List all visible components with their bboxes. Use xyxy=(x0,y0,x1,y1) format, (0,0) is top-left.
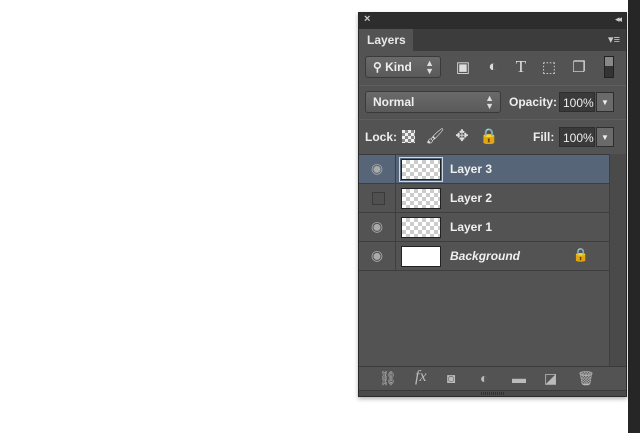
new-group-folder-icon[interactable]: ▬ xyxy=(512,370,526,386)
layer-thumbnail xyxy=(401,246,441,267)
lock-all-icon[interactable]: 🔒 xyxy=(479,127,499,145)
grip-dots xyxy=(481,392,505,395)
layer-thumbnail xyxy=(399,157,443,182)
visibility-eye-icon[interactable]: ◉ xyxy=(359,155,396,183)
shape-layer-filter-icon[interactable]: ⬚ xyxy=(539,58,559,76)
smart-object-filter-icon[interactable]: ❐ xyxy=(569,58,589,76)
add-mask-icon[interactable]: ◙ xyxy=(447,370,455,386)
search-icon: ⚲ xyxy=(373,60,382,74)
visibility-eye-icon[interactable]: ◉ xyxy=(359,242,396,270)
close-icon[interactable]: × xyxy=(364,13,370,25)
panel-menu-icon[interactable]: ▾≡ xyxy=(608,33,620,46)
visibility-toggle-hidden[interactable] xyxy=(359,184,396,212)
layer-thumbnail xyxy=(401,188,441,209)
tab-bar: Layers ▾≡ xyxy=(359,29,626,51)
opacity-label: Opacity: xyxy=(509,95,558,109)
layer-style-fx-icon[interactable]: fx xyxy=(415,368,427,386)
layer-name[interactable]: Background xyxy=(450,249,520,263)
layer-row-layer-2[interactable]: Layer 2 xyxy=(359,184,609,213)
filter-kind-select[interactable]: ⚲ Kind ▲ ▼ xyxy=(365,56,441,78)
lock-label: Lock: xyxy=(365,130,398,144)
layer-row-layer-1[interactable]: ◉ Layer 1 xyxy=(359,213,609,242)
fill-dropdown-button[interactable]: ▼ xyxy=(596,127,614,147)
lock-transparent-pixels-icon[interactable] xyxy=(402,130,415,143)
layer-name[interactable]: Layer 2 xyxy=(450,191,492,205)
layer-row-background[interactable]: ◉ Background 🔒 xyxy=(359,242,609,271)
collapse-icon[interactable]: ◂◂ xyxy=(615,14,622,25)
delete-layer-trash-icon[interactable]: 🗑 xyxy=(577,370,595,387)
window-edge xyxy=(628,0,640,433)
panel-titlebar: × ◂◂ xyxy=(359,13,626,29)
layers-scrollbar[interactable] xyxy=(609,154,626,366)
stepper-icon: ▲ ▼ xyxy=(485,93,494,111)
divider xyxy=(359,85,626,86)
empty-visibility-box-icon xyxy=(372,192,385,205)
new-layer-icon[interactable]: ◪ xyxy=(544,370,557,387)
layers-panel: × ◂◂ Layers ▾≡ ⚲ Kind ▲ ▼ ▣ ◐ T ⬚ ❐ Norma… xyxy=(358,12,627,397)
lock-image-pixels-brush-icon[interactable]: 🖌 xyxy=(425,127,445,145)
layer-thumbnail xyxy=(401,217,441,238)
layer-name[interactable]: Layer 1 xyxy=(450,220,492,234)
adjustment-layer-filter-icon[interactable]: ◐ xyxy=(483,58,503,75)
visibility-eye-icon[interactable]: ◉ xyxy=(359,213,396,241)
blend-mode-value: Normal xyxy=(373,95,415,109)
adjustment-layer-icon[interactable]: ◐ xyxy=(480,370,488,386)
layer-name[interactable]: Layer 3 xyxy=(450,162,492,176)
filter-toggle-switch[interactable] xyxy=(604,56,614,78)
opacity-dropdown-button[interactable]: ▼ xyxy=(596,92,614,112)
tab-layers[interactable]: Layers xyxy=(359,29,413,51)
fill-input[interactable]: 100% xyxy=(559,127,595,147)
type-layer-filter-icon[interactable]: T xyxy=(511,57,531,77)
panel-footer: ⛓ fx ◙ ◐ ▬ ◪ 🗑 xyxy=(359,366,626,390)
layers-list: ◉ Layer 3 Layer 2 ◉ Layer 1 ◉ Background… xyxy=(359,154,609,366)
kind-label: Kind xyxy=(385,60,412,74)
filter-row: ⚲ Kind ▲ ▼ ▣ ◐ T ⬚ ❐ xyxy=(359,51,626,85)
divider xyxy=(359,119,626,120)
pixel-layer-filter-icon[interactable]: ▣ xyxy=(453,58,473,76)
layer-locked-icon: 🔒 xyxy=(572,247,589,262)
lock-row: Lock: 🖌 ✥ 🔒 Fill: 100% ▼ xyxy=(359,121,626,153)
panel-resize-grip[interactable] xyxy=(359,390,626,396)
layer-row-layer-3[interactable]: ◉ Layer 3 xyxy=(359,155,609,184)
fill-label: Fill: xyxy=(533,130,555,144)
link-layers-icon[interactable]: ⛓ xyxy=(379,370,397,387)
opacity-input[interactable]: 100% xyxy=(559,92,595,112)
stepper-icon: ▲ ▼ xyxy=(425,58,434,76)
lock-position-move-icon[interactable]: ✥ xyxy=(452,126,472,146)
blend-mode-select[interactable]: Normal ▲ ▼ xyxy=(365,91,501,113)
blend-row: Normal ▲ ▼ Opacity: 100% ▼ xyxy=(359,87,626,119)
